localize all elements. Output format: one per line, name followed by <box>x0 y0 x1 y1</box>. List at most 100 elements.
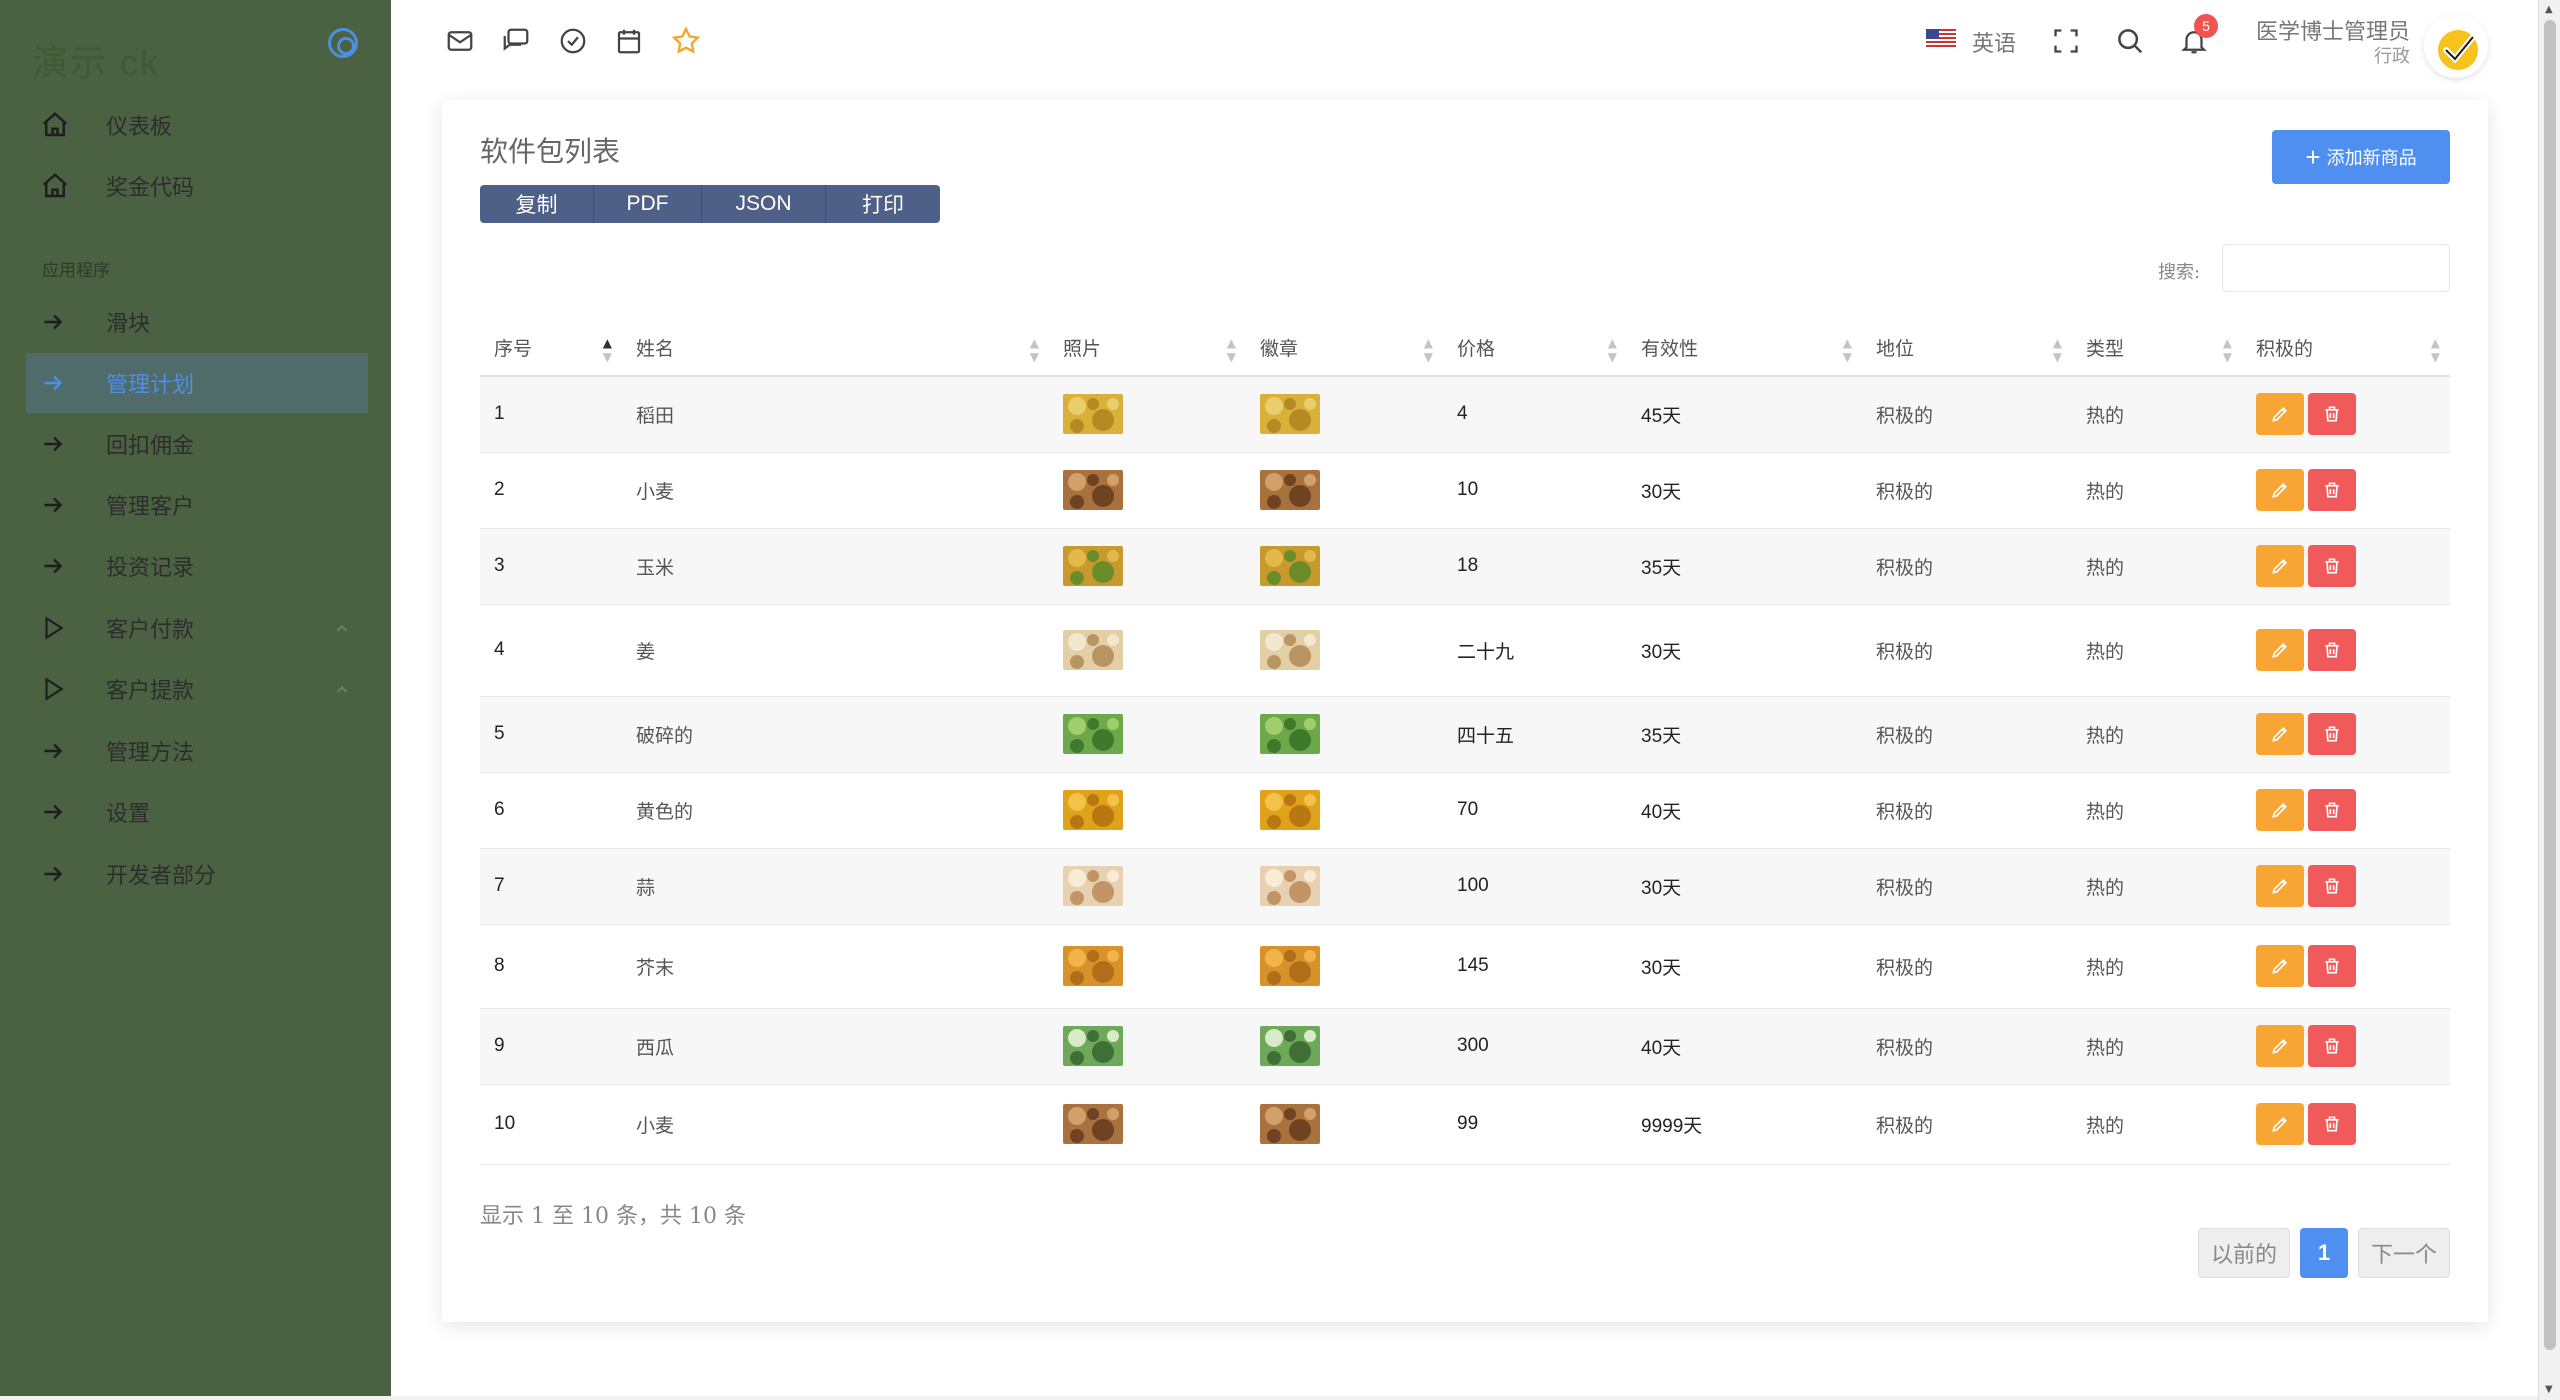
calendar-icon[interactable] <box>613 25 645 57</box>
copy-button[interactable]: 复制 <box>480 185 594 223</box>
sidebar-item-label: 客户付款 <box>106 618 195 643</box>
cell-actions <box>2242 1084 2450 1165</box>
product-badge-image <box>1260 630 1320 670</box>
column-header-id[interactable]: 序号 ▲ ▼ <box>480 320 622 377</box>
cell-validity: 40天 <box>1627 772 1862 849</box>
cell-status: 积极的 <box>1862 528 2072 605</box>
cell-validity: 40天 <box>1627 1008 1862 1085</box>
sidebar-item-slider[interactable]: 滑块 <box>26 292 368 352</box>
sidebar-item-bonus-code[interactable]: 奖金代码 <box>26 156 368 216</box>
page-title: 软件包列表 <box>480 135 621 168</box>
edit-button[interactable] <box>2256 629 2304 671</box>
current-page-button[interactable]: 1 <box>2300 1228 2348 1278</box>
column-header-validity[interactable]: 有效性 ▲ ▼ <box>1627 320 1862 377</box>
trash-icon <box>2325 1116 2339 1132</box>
column-header-name[interactable]: 姓名 ▲ ▼ <box>622 320 1049 377</box>
sidebar-item-investment-records[interactable]: 投资记录 <box>26 536 368 596</box>
sidebar-item-manage-plans[interactable]: 管理计划 <box>26 353 368 413</box>
cell-id: 1 <box>480 376 622 453</box>
delete-button[interactable] <box>2308 1025 2356 1067</box>
product-badge-image <box>1260 1104 1320 1144</box>
sort-icon: ▲ ▼ <box>2052 336 2062 364</box>
column-header-price[interactable]: 价格 ▲ ▼ <box>1443 320 1627 377</box>
edit-button[interactable] <box>2256 1103 2304 1145</box>
sidebar-item-label: 管理方法 <box>106 741 195 766</box>
sidebar-item-customer-withdrawals[interactable]: 客户提款 <box>26 659 368 719</box>
previous-page-button[interactable]: 以前的 <box>2198 1228 2290 1278</box>
home-icon <box>40 110 88 140</box>
sidebar-item-manage-methods[interactable]: 管理方法 <box>26 721 368 781</box>
avatar[interactable] <box>2424 14 2488 78</box>
sidebar-item-settings[interactable]: 设置 <box>26 782 368 842</box>
cell-price: 四十五 <box>1443 696 1627 773</box>
cell-badge <box>1246 848 1443 925</box>
column-header-status[interactable]: 地位 ▲ ▼ <box>1862 320 2072 377</box>
language-selector[interactable]: 英语 <box>1926 26 2016 58</box>
search-input[interactable] <box>2222 244 2450 292</box>
edit-button[interactable] <box>2256 545 2304 587</box>
trash-icon <box>2325 1038 2339 1054</box>
page-scrollbar[interactable]: ▲ ▼ <box>2538 0 2560 1400</box>
scroll-up-icon[interactable]: ▲ <box>2545 4 2553 15</box>
sidebar-item-developer-section[interactable]: 开发者部分 <box>26 844 368 904</box>
cell-badge <box>1246 696 1443 773</box>
cell-price: 10 <box>1443 452 1627 529</box>
edit-button[interactable] <box>2256 945 2304 987</box>
column-header-photo[interactable]: 照片 ▲ ▼ <box>1049 320 1246 377</box>
horizontal-scrollbar[interactable] <box>0 1396 2538 1400</box>
delete-button[interactable] <box>2308 789 2356 831</box>
cell-name: 稻田 <box>622 376 1049 453</box>
delete-button[interactable] <box>2308 393 2356 436</box>
scroll-down-icon[interactable]: ▼ <box>2545 1384 2553 1395</box>
delete-button[interactable] <box>2308 469 2356 511</box>
delete-button[interactable] <box>2308 865 2356 907</box>
delete-button[interactable] <box>2308 545 2356 587</box>
check-circle-icon[interactable] <box>557 25 589 57</box>
search-icon[interactable] <box>2114 25 2146 57</box>
cell-status: 积极的 <box>1862 848 2072 925</box>
scrollbar-thumb[interactable] <box>2544 20 2556 1350</box>
product-badge-image <box>1260 394 1320 435</box>
brand-logo-text[interactable]: 演示 ck <box>32 34 160 86</box>
sidebar-item-rebate-commission[interactable]: 回扣佣金 <box>26 414 368 474</box>
export-button-group: 复制 PDF JSON 打印 <box>480 185 940 223</box>
column-header-type[interactable]: 类型 ▲ ▼ <box>2072 320 2242 377</box>
next-page-button[interactable]: 下一个 <box>2358 1228 2450 1278</box>
column-header-active[interactable]: 积极的 ▲ ▼ <box>2242 320 2450 377</box>
mail-icon[interactable] <box>444 25 476 57</box>
sidebar-toggle-icon[interactable] <box>328 28 358 58</box>
sidebar-item-label: 滑块 <box>106 312 151 337</box>
delete-button[interactable] <box>2308 945 2356 987</box>
sidebar-item-dashboard[interactable]: 仪表板 <box>26 95 368 155</box>
chevron-up-icon[interactable] <box>334 618 350 643</box>
edit-button[interactable] <box>2256 713 2304 755</box>
cell-badge <box>1246 376 1443 453</box>
delete-button[interactable] <box>2308 1103 2356 1145</box>
fullscreen-icon[interactable] <box>2050 25 2082 57</box>
delete-button[interactable] <box>2308 713 2356 755</box>
edit-button[interactable] <box>2256 393 2304 436</box>
star-icon[interactable] <box>670 25 702 57</box>
cell-price: 70 <box>1443 772 1627 849</box>
trash-icon <box>2325 878 2339 894</box>
sidebar-item-manage-customers[interactable]: 管理客户 <box>26 475 368 535</box>
add-new-item-button[interactable]: + 添加新商品 <box>2272 130 2450 184</box>
print-button[interactable]: 打印 <box>826 185 940 223</box>
cell-name: 芥末 <box>622 924 1049 1009</box>
pdf-button[interactable]: PDF <box>594 185 702 223</box>
edit-button[interactable] <box>2256 469 2304 511</box>
edit-button[interactable] <box>2256 789 2304 831</box>
cell-badge <box>1246 1008 1443 1085</box>
chevron-up-icon[interactable] <box>334 679 350 704</box>
json-button[interactable]: JSON <box>702 185 826 223</box>
sort-icon: ▲ ▼ <box>1226 336 1236 364</box>
edit-button[interactable] <box>2256 865 2304 907</box>
cell-type: 热的 <box>2072 376 2242 453</box>
pencil-icon <box>2272 802 2288 818</box>
column-header-badge[interactable]: 徽章 ▲ ▼ <box>1246 320 1443 377</box>
sidebar-item-customer-payments[interactable]: 客户付款 <box>26 598 368 658</box>
table-row: 1 稻田 4 45天 积极的 热的 <box>480 376 2450 453</box>
edit-button[interactable] <box>2256 1025 2304 1067</box>
delete-button[interactable] <box>2308 629 2356 671</box>
chat-icon[interactable] <box>500 25 532 57</box>
